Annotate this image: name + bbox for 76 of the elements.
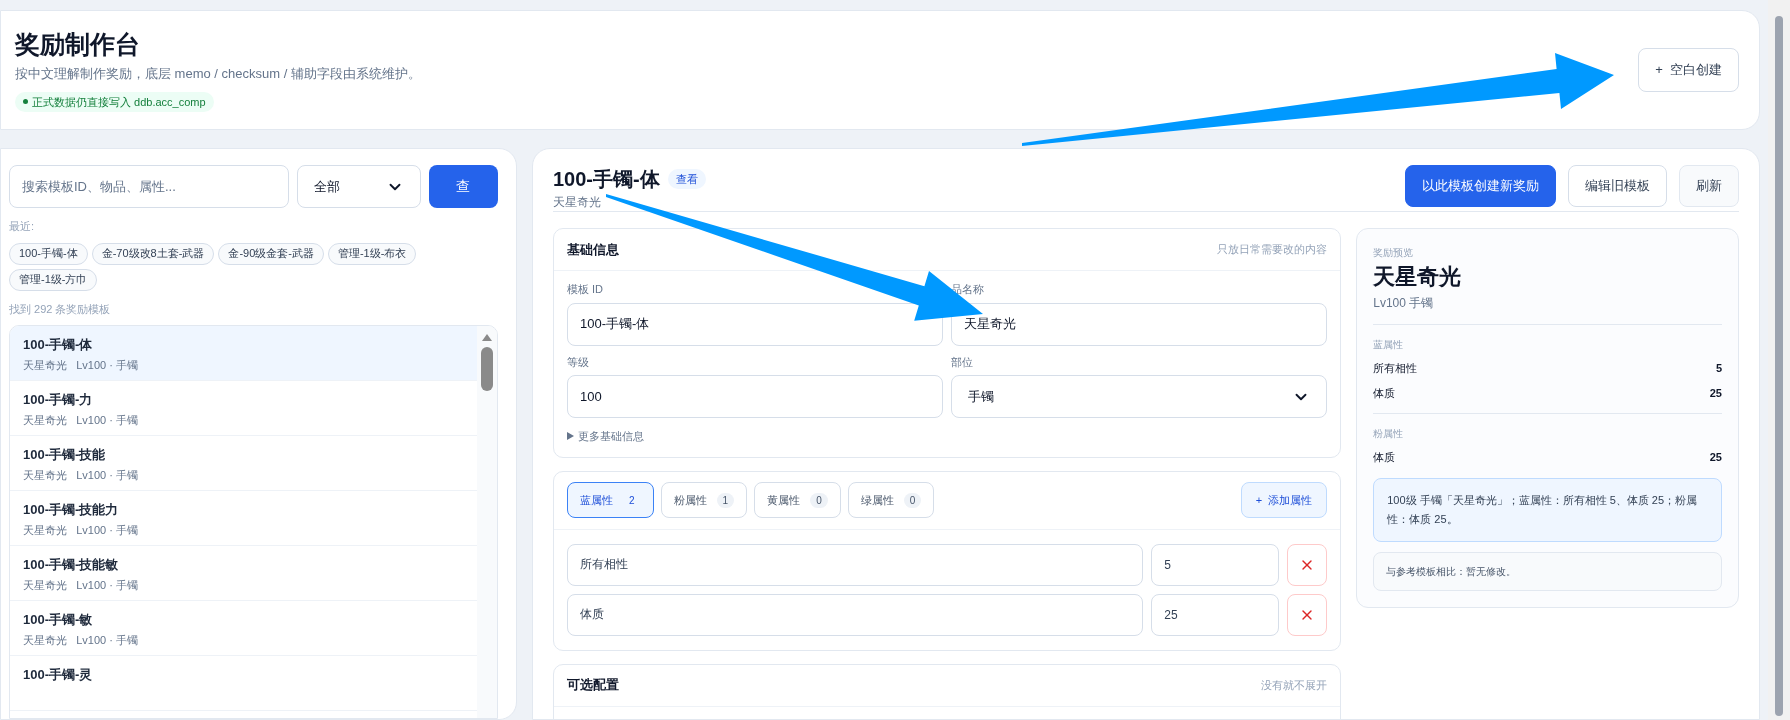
detail-subtitle: 天星奇光 <box>553 194 602 211</box>
input-field[interactable]: 100 <box>567 375 944 418</box>
input-field[interactable]: 100-手镯-体 <box>567 302 944 346</box>
add-attribute-button[interactable]: + 添加属性 <box>1240 482 1328 518</box>
field-label: 部位 <box>951 354 975 370</box>
recent-chip[interactable]: 金-90级金套-武器 <box>218 242 324 265</box>
recent-label: 最近: <box>9 219 36 234</box>
blank-create-button[interactable]: + 空白创建 <box>1638 48 1739 92</box>
preview-name: 天星奇光 <box>1373 263 1463 291</box>
more-info-toggle[interactable]: 更多基础信息 <box>554 418 657 457</box>
attribute-tab[interactable]: 蓝属性 2 <box>567 482 654 518</box>
section-hint: 没有就不展开 <box>1261 677 1328 693</box>
scroll-up-icon[interactable] <box>482 334 492 341</box>
view-badge: 查看 <box>667 168 706 190</box>
template-meta: 天星奇光 Lv100 · 手镯 <box>23 468 139 483</box>
template-meta: 天星奇光 Lv100 · 手镯 <box>23 523 139 538</box>
filter-select[interactable]: 全部 <box>297 165 421 208</box>
tab-count: 2 <box>628 493 636 508</box>
action-button[interactable]: 以此模板创建新奖励 <box>1405 165 1556 207</box>
stat-name: 体质 <box>1373 450 1396 465</box>
attribute-value-field[interactable]: 5 <box>1151 543 1280 586</box>
tab-count: 0 <box>903 492 922 508</box>
search-button[interactable]: 查 <box>428 165 498 208</box>
template-title: 100-手镯-灵 <box>23 666 94 684</box>
preview-meta: Lv100 手镯 <box>1373 295 1435 312</box>
recent-chip[interactable]: 金-70级改8土套-武器 <box>91 242 215 265</box>
attribute-tab[interactable]: 粉属性 1 <box>660 482 748 518</box>
template-title: 100-手镯-技能力 <box>23 501 120 519</box>
page-subtitle: 按中文理解制作奖励，底层 memo / checksum / 辅助字段由系统维护。 <box>15 65 421 83</box>
group-title: 蓝属性 <box>1373 338 1405 352</box>
section-title: 可选配置 <box>567 676 619 695</box>
template-meta: 天星奇光 Lv100 · 手镯 <box>23 358 139 373</box>
template-meta: 天星奇光 Lv100 · 手镯 <box>23 633 139 648</box>
compare-box: 与参考模板相比：暂无修改。 <box>1373 551 1722 591</box>
select-field[interactable]: 手镯 <box>951 375 1328 418</box>
page-title: 奖励制作台 <box>15 29 141 60</box>
result-count: 找到 292 条奖励模板 <box>9 301 112 317</box>
delete-button[interactable] <box>1287 593 1328 636</box>
template-meta: 天星奇光 Lv100 · 手镯 <box>23 578 139 593</box>
summary-box: 100级 手镯「天星奇光」；蓝属性：所有相性 5、体质 25；粉属性：体质 25。 <box>1373 477 1722 542</box>
action-button[interactable]: 编辑旧模板 <box>1568 165 1667 207</box>
stat-value: 25 <box>1709 385 1722 401</box>
template-title: 100-手镯-技能 <box>23 446 107 464</box>
delete-button[interactable] <box>1287 543 1328 586</box>
scroll-thumb[interactable] <box>481 347 493 391</box>
attribute-tab[interactable]: 黄属性 0 <box>754 482 841 518</box>
attribute-name-field[interactable]: 体质 <box>567 593 1144 636</box>
template-title: 100-手镯-敏 <box>23 611 94 629</box>
section-hint: 只放日常需要改的内容 <box>1217 242 1328 258</box>
stat-name: 所有相性 <box>1373 361 1418 376</box>
stat-value: 25 <box>1709 450 1722 465</box>
field-label: 模板 ID <box>567 282 605 297</box>
template-title: 100-手镯-力 <box>23 391 94 409</box>
search-field[interactable]: 搜索模板ID、物品、属性... <box>9 165 290 208</box>
preview-label: 奖励预览 <box>1373 246 1415 260</box>
attribute-value-field[interactable]: 25 <box>1151 593 1280 636</box>
input-field[interactable]: 天星奇光 <box>951 302 1328 346</box>
recent-chip[interactable]: 管理-1级-布衣 <box>327 242 417 265</box>
tab-count: 1 <box>716 492 735 508</box>
group-title: 粉属性 <box>1373 427 1405 441</box>
recent-chip[interactable]: 100-手镯-体 <box>9 242 88 265</box>
tab-count: 0 <box>810 492 828 508</box>
stat-name: 体质 <box>1373 385 1396 401</box>
detail-title: 100-手镯-体 <box>553 167 660 192</box>
field-label: 等级 <box>567 354 590 370</box>
attribute-tab[interactable]: 绿属性 0 <box>847 482 935 518</box>
action-button[interactable]: 刷新 <box>1679 165 1739 207</box>
section-title: 基础信息 <box>567 240 619 259</box>
attribute-name-field[interactable]: 所有相性 <box>567 543 1144 586</box>
stat-value: 5 <box>1715 361 1722 376</box>
template-title: 100-手镯-技能敏 <box>23 556 120 574</box>
recent-chip[interactable]: 管理-1级-方巾 <box>9 268 98 291</box>
template-meta: 天星奇光 Lv100 · 手镯 <box>23 413 139 428</box>
status-text: 正式数据仍直接写入 ddb.acc_comp <box>32 94 206 110</box>
template-title: 100-手镯-体 <box>23 336 94 354</box>
template-item[interactable]: 100-手镯-体 天星奇光 Lv100 · 手镯 <box>10 326 477 381</box>
